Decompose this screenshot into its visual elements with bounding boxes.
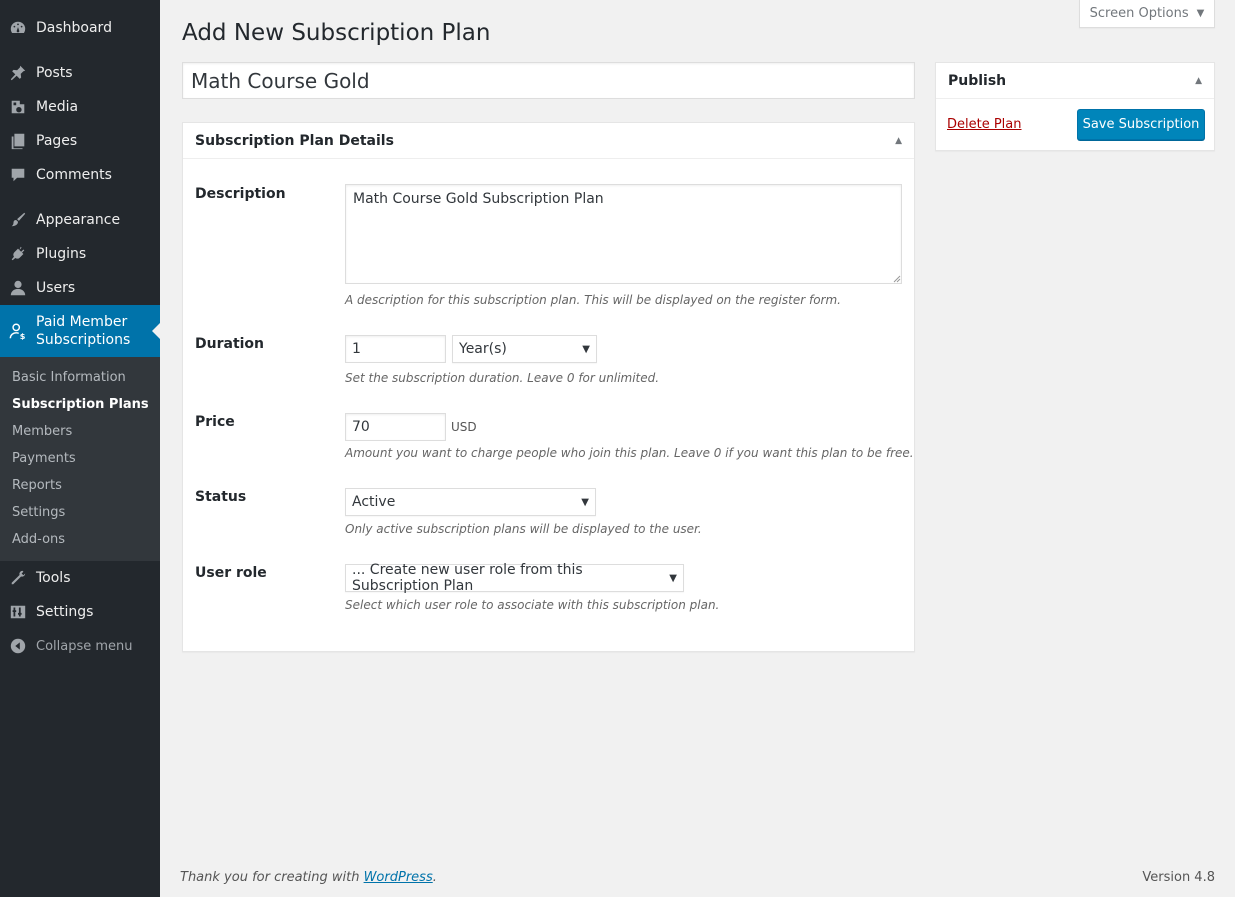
collapse-icon xyxy=(0,629,36,663)
user-role-select[interactable]: ... Create new user role from this Subsc… xyxy=(345,562,684,594)
menu-label: Posts xyxy=(36,65,73,81)
resize-grip-icon[interactable] xyxy=(893,275,901,283)
menu-label-line2: Subscriptions xyxy=(36,332,131,348)
wordpress-link[interactable]: WordPress xyxy=(364,870,433,885)
footer-version: Version 4.8 xyxy=(1142,870,1215,885)
caret-down-icon: ▼ xyxy=(1196,8,1205,19)
settings-icon xyxy=(0,595,36,629)
collapse-menu-button[interactable]: Collapse menu xyxy=(0,629,160,663)
menu-label: Tools xyxy=(36,570,71,586)
duration-help: Set the subscription duration. Leave 0 f… xyxy=(345,371,660,385)
menu-label: Plugins xyxy=(36,246,87,262)
submenu-item-reports[interactable]: Reports xyxy=(0,472,160,499)
price-help: Amount you want to charge people who joi… xyxy=(345,446,914,460)
media-icon xyxy=(0,90,36,124)
menu-item-settings[interactable]: Settings xyxy=(0,595,160,629)
status-help: Only active subscription plans will be d… xyxy=(345,522,702,536)
submenu-item-members[interactable]: Members xyxy=(0,418,160,445)
menu-label: Comments xyxy=(36,167,112,183)
page-title: Add New Subscription Plan xyxy=(182,20,491,46)
plan-title-input[interactable] xyxy=(182,62,915,99)
duration-unit-select[interactable]: Year(s) ▼ xyxy=(452,335,597,363)
price-input[interactable] xyxy=(345,413,446,441)
submenu: Basic Information Subscription Plans Mem… xyxy=(0,357,160,561)
price-label: Price xyxy=(195,414,235,430)
svg-text:$: $ xyxy=(20,331,26,340)
currency-label: USD xyxy=(451,420,477,434)
user-role-value: ... Create new user role from this Subsc… xyxy=(352,562,583,594)
pin-icon xyxy=(0,56,36,90)
status-label: Status xyxy=(195,489,247,505)
duration-unit-value: Year(s) xyxy=(459,341,507,357)
description-textarea[interactable]: Math Course Gold Subscription Plan xyxy=(345,184,902,284)
menu-item-posts[interactable]: Posts xyxy=(0,56,160,90)
submenu-item-payments[interactable]: Payments xyxy=(0,445,160,472)
plugins-icon xyxy=(0,237,36,271)
status-select[interactable]: Active ▼ xyxy=(345,488,596,516)
menu-item-appearance[interactable]: Appearance xyxy=(0,203,160,237)
admin-sidebar: Dashboard Posts Media Pages Comments App… xyxy=(0,0,160,897)
menu-item-pages[interactable]: Pages xyxy=(0,124,160,158)
screen-options-label: Screen Options xyxy=(1089,6,1189,21)
footer-suffix: . xyxy=(432,870,437,885)
comments-icon xyxy=(0,158,36,192)
chevron-down-icon: ▼ xyxy=(669,572,677,584)
postbox-header: Subscription Plan Details ▲ xyxy=(183,123,914,159)
submenu-item-subscription-plans[interactable]: Subscription Plans xyxy=(0,391,160,418)
member-dollar-icon: $ xyxy=(0,314,36,348)
menu-label: Collapse menu xyxy=(36,638,133,654)
dashboard-icon xyxy=(0,11,36,45)
menu-item-dashboard[interactable]: Dashboard xyxy=(0,11,160,45)
menu-label: Pages xyxy=(36,133,78,149)
collapse-toggle-icon[interactable]: ▲ xyxy=(1195,76,1202,86)
submenu-item-add-ons[interactable]: Add-ons xyxy=(0,526,160,553)
users-icon xyxy=(0,271,36,305)
user-role-help: Select which user role to associate with… xyxy=(345,598,720,612)
footer-thanks: Thank you for creating with WordPress. xyxy=(180,870,437,885)
menu-item-media[interactable]: Media xyxy=(0,90,160,124)
footer-prefix: Thank you for creating with xyxy=(180,870,364,885)
publish-box: Publish ▲ Delete Plan Save Subscription xyxy=(935,62,1215,151)
screen-options-button[interactable]: Screen Options ▼ xyxy=(1079,0,1215,28)
description-label: Description xyxy=(195,186,286,202)
paintbrush-icon xyxy=(0,203,36,237)
delete-plan-link[interactable]: Delete Plan xyxy=(947,117,1022,132)
submenu-item-settings[interactable]: Settings xyxy=(0,499,160,526)
duration-input[interactable] xyxy=(345,335,446,363)
menu-label: Settings xyxy=(36,604,94,620)
postbox-header: Publish ▲ xyxy=(936,63,1214,99)
chevron-down-icon: ▼ xyxy=(582,343,590,355)
user-role-label: User role xyxy=(195,565,267,581)
current-menu-arrow xyxy=(152,323,160,339)
postbox-title: Subscription Plan Details xyxy=(195,132,394,149)
menu-label: Users xyxy=(36,280,76,296)
duration-label: Duration xyxy=(195,336,265,352)
tools-icon xyxy=(0,561,36,595)
menu-label-line1: Paid Member xyxy=(36,314,128,330)
menu-label: Paid Member Subscriptions xyxy=(36,313,130,349)
menu-label: Dashboard xyxy=(36,20,112,36)
menu-label: Media xyxy=(36,99,79,115)
status-value: Active xyxy=(352,494,396,510)
chevron-down-icon: ▼ xyxy=(581,496,589,508)
collapse-toggle-icon[interactable]: ▲ xyxy=(895,136,902,146)
menu-item-tools[interactable]: Tools xyxy=(0,561,160,595)
menu-item-plugins[interactable]: Plugins xyxy=(0,237,160,271)
submenu-item-basic-information[interactable]: Basic Information xyxy=(0,364,160,391)
subscription-plan-details-box: Subscription Plan Details ▲ Description … xyxy=(182,122,915,652)
save-subscription-button[interactable]: Save Subscription xyxy=(1077,109,1205,140)
menu-item-comments[interactable]: Comments xyxy=(0,158,160,192)
menu-item-users[interactable]: Users xyxy=(0,271,160,305)
menu-item-paid-member-subscriptions[interactable]: $ Paid Member Subscriptions xyxy=(0,305,160,357)
postbox-title: Publish xyxy=(948,72,1007,89)
description-help: A description for this subscription plan… xyxy=(345,293,841,307)
pages-icon xyxy=(0,124,36,158)
menu-label: Appearance xyxy=(36,212,121,228)
